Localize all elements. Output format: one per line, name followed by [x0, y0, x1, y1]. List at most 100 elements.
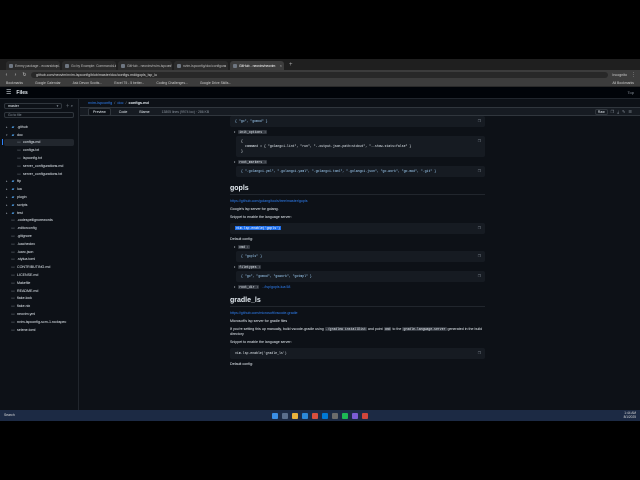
tree-folder[interactable]: ▾ ▰ doc: [4, 131, 74, 139]
tab-blame[interactable]: Blame: [135, 109, 153, 115]
bookmark-item[interactable]: Google Drive Skills...: [200, 81, 231, 85]
task-view-icon[interactable]: [282, 412, 288, 419]
tree-file[interactable]: ▭ README.md: [4, 287, 74, 295]
bookmark-item[interactable]: Ask Devon Scotts...: [73, 81, 103, 85]
tree-file[interactable]: ▭ configs.md: [4, 138, 74, 147]
browser-tab[interactable]: Emmy package - ecosrsktopi... ×: [6, 61, 60, 70]
tree-file[interactable]: ▭ .stylua.toml: [4, 256, 74, 264]
terminal-icon[interactable]: [332, 412, 338, 419]
code-block: { command = { "golangci-lint", "run", "-…: [236, 136, 485, 157]
copy-icon[interactable]: ❐: [478, 169, 481, 174]
bullet: •: [234, 130, 236, 134]
new-tab-button[interactable]: +: [289, 62, 293, 68]
all-bookmarks[interactable]: All Bookmarks: [612, 81, 634, 85]
bookmark-item[interactable]: Coding Challenges...: [156, 81, 187, 85]
file-meta: 13805 lines (9974 loc) · 286 KB: [161, 109, 210, 114]
tree-file[interactable]: ▭ .editorconfig: [4, 224, 74, 232]
tree-file[interactable]: ▭ nvim-lspconfig-scm-1.rockspec: [4, 318, 74, 326]
tree-folder[interactable]: ▸ ▰ plugin: [4, 193, 74, 201]
tree-item-label: server_configurations.md: [23, 163, 64, 168]
go-to-file-input[interactable]: Go to file: [4, 112, 74, 118]
edit-icon[interactable]: ✎: [622, 109, 625, 114]
copy-icon[interactable]: ❐: [478, 226, 481, 231]
forward-icon[interactable]: ›: [13, 72, 18, 78]
copy-icon[interactable]: ❐: [478, 139, 481, 144]
copy-icon[interactable]: ❐: [478, 119, 481, 124]
tree-folder[interactable]: ▸ ▰ scripts: [4, 201, 74, 209]
close-tab-icon[interactable]: ×: [112, 63, 114, 68]
tree-file[interactable]: ▭ server_configurations.txt: [4, 170, 74, 178]
tree-file[interactable]: ▭ lspconfig.txt: [4, 154, 74, 162]
outline-icon[interactable]: ☰: [628, 109, 632, 114]
vscode-icon[interactable]: [322, 412, 328, 419]
tree-file[interactable]: ▭ server_configurations.md: [4, 162, 74, 170]
tree-file[interactable]: ▭ neovim.yml: [4, 310, 74, 318]
close-tab-icon[interactable]: ×: [224, 63, 226, 68]
tree-file[interactable]: ▭ LICENSE.md: [4, 271, 74, 279]
reload-icon[interactable]: ↻: [22, 72, 27, 78]
edge-icon[interactable]: [302, 412, 308, 419]
tab-preview[interactable]: Preview: [88, 107, 111, 116]
back-icon[interactable]: ‹: [4, 72, 9, 78]
browser-tab[interactable]: GitHub - neovim/neovim ×: [230, 61, 284, 70]
download-icon[interactable]: ⤓: [617, 109, 619, 114]
heading-gradle-ls: gradle_ls: [230, 297, 485, 307]
raw-button[interactable]: Raw: [594, 108, 608, 115]
file-explorer-icon[interactable]: [292, 412, 298, 419]
app-icon[interactable]: [362, 412, 368, 419]
copy-icon[interactable]: ❐: [611, 109, 615, 114]
tree-file[interactable]: ▭ selene.toml: [4, 326, 74, 334]
tree-folder[interactable]: ▸ ▰ test: [4, 209, 74, 217]
tree-file[interactable]: ▭ .luarc.json: [4, 248, 74, 256]
bookmark-item[interactable]: Excel 75 - 5 better...: [114, 81, 144, 85]
top-link[interactable]: Top: [628, 90, 634, 95]
tree-file[interactable]: ▭ Makefile: [4, 279, 74, 287]
tab-code[interactable]: Code: [115, 109, 132, 115]
url-input[interactable]: github.com/neovim/nvim-lspconfig/blob/ma…: [31, 71, 609, 78]
gopls-link[interactable]: https://github.com/golang/tools/tree/mas…: [230, 199, 485, 204]
breadcrumb-repo[interactable]: nvim-lspconfig: [88, 101, 112, 105]
system-clock[interactable]: 1:44 AM 8/1/2025: [624, 411, 636, 419]
tree-item-label: neovim.yml: [17, 312, 36, 317]
tree-item-label: selene.toml: [17, 327, 36, 332]
app-icon[interactable]: [352, 412, 358, 419]
tree-file[interactable]: ▭ CONTRIBUTING.md: [4, 263, 74, 271]
browser-tab[interactable]: Go by Example: Command-Lin... ×: [62, 61, 116, 70]
copy-icon[interactable]: ❐: [478, 274, 481, 279]
tree-file[interactable]: ▭ .gitignore: [4, 232, 74, 240]
add-file-icon[interactable]: ＋ ⌕: [66, 103, 73, 109]
chevron-icon: ▸: [6, 179, 8, 184]
tree-file[interactable]: ▭ flake.nix: [4, 302, 74, 310]
gradle-link[interactable]: https://github.com/microsoft/vscode-grad…: [230, 311, 485, 316]
bookmark-item[interactable]: Google Calendar: [35, 81, 61, 85]
browser-tab[interactable]: GitHub - neovim/nvim-lspconf ×: [118, 61, 172, 70]
close-tab-icon[interactable]: ×: [168, 63, 170, 68]
favicon-icon: [121, 63, 125, 68]
breadcrumb-dir[interactable]: doc: [117, 101, 123, 105]
spotify-icon[interactable]: [342, 412, 348, 419]
file-area: nvim-lspconfig / doc / configs.md Previe…: [80, 99, 640, 410]
tree-file[interactable]: ▭ .codespellignorewords: [4, 217, 74, 225]
tree-item-label: scripts: [17, 202, 28, 207]
tree-folder[interactable]: ▸ ▰ lua: [4, 185, 74, 193]
root-dir-link[interactable]: ../lsp/gopls.lua:58: [262, 285, 290, 289]
bookmark-item[interactable]: Bookmarks: [6, 81, 23, 85]
tree-file[interactable]: ▭ flake.lock: [4, 295, 74, 303]
start-icon[interactable]: [272, 412, 278, 419]
close-tab-icon[interactable]: ×: [280, 63, 282, 68]
tree-folder[interactable]: ▸ ▰ ftp: [4, 178, 74, 186]
browser-tab[interactable]: nvim-lspconfig/doc/configura ×: [174, 61, 228, 70]
tree-folder[interactable]: ▸ ▰ .github: [4, 123, 74, 131]
branch-selector[interactable]: master ▼: [4, 103, 62, 109]
tree-file[interactable]: ▭ configs.txt: [4, 146, 74, 154]
menu-icon[interactable]: ⋮: [631, 72, 636, 78]
copy-icon[interactable]: ❐: [478, 254, 481, 259]
chrome-icon[interactable]: [312, 412, 318, 419]
copy-icon[interactable]: ❐: [478, 351, 481, 356]
breadcrumb-file: configs.md: [128, 101, 149, 105]
close-tab-icon[interactable]: ×: [56, 63, 58, 68]
incognito-indicator[interactable]: Incognito: [612, 73, 627, 77]
taskbar-search[interactable]: Search: [4, 413, 15, 417]
hamburger-icon[interactable]: ☰: [6, 89, 11, 96]
tree-file[interactable]: ▭ .luacheckrc: [4, 240, 74, 248]
